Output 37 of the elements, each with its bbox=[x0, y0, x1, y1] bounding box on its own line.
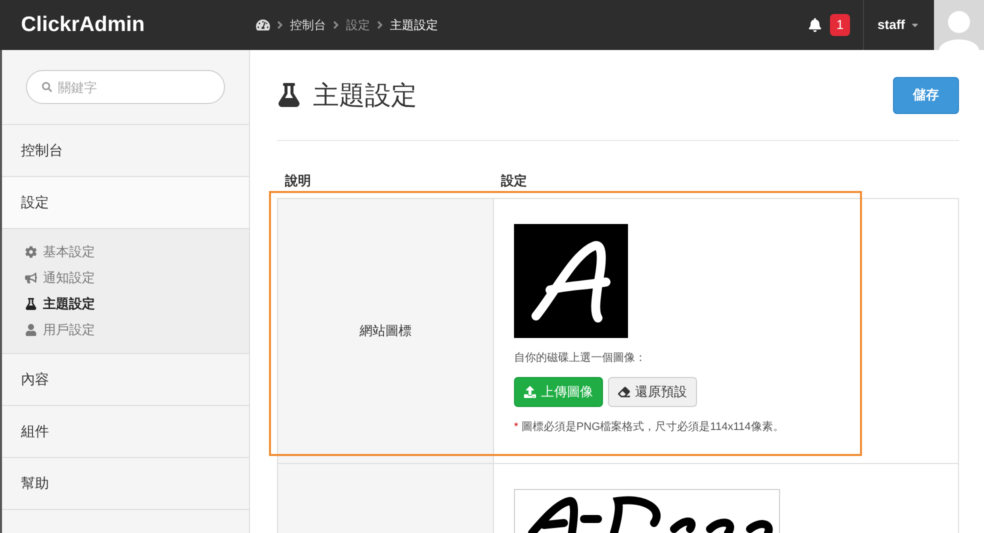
sidebar-item[interactable]: 幫助 bbox=[2, 458, 249, 509]
submenu-item[interactable]: 用戶設定 bbox=[2, 317, 249, 343]
submenu-item[interactable]: 通知設定 bbox=[2, 265, 249, 291]
notification-badge: 1 bbox=[830, 14, 850, 36]
search-icon bbox=[42, 82, 52, 92]
breadcrumb-item: 主題設定 bbox=[390, 17, 438, 34]
user-menu[interactable]: staff bbox=[864, 0, 934, 50]
dashboard-icon[interactable] bbox=[256, 18, 270, 32]
flask-icon bbox=[25, 298, 37, 310]
sidebar-item[interactable]: 組件 bbox=[2, 406, 249, 457]
user-silhouette-icon bbox=[939, 8, 979, 50]
submenu-item[interactable]: 基本設定 bbox=[2, 239, 249, 265]
page-title: 主題設定 bbox=[313, 78, 417, 112]
upload-icon bbox=[524, 386, 536, 398]
bullhorn-icon bbox=[25, 272, 37, 284]
breadcrumb-item[interactable]: 控制台 bbox=[290, 16, 326, 34]
row-label: 網站圖標 bbox=[360, 322, 412, 340]
flask-icon bbox=[277, 83, 301, 107]
bell-icon[interactable] bbox=[808, 18, 822, 32]
sidebar-item[interactable]: 設定 bbox=[2, 177, 249, 228]
user-icon bbox=[25, 324, 37, 336]
gear-icon bbox=[25, 246, 37, 258]
format-note: * 圖標必須是PNG檔案格式，尺寸必須是114x114像素。 bbox=[514, 420, 785, 434]
reset-button[interactable]: 還原預設 bbox=[608, 376, 697, 406]
breadcrumb-item[interactable]: 設定 bbox=[346, 16, 370, 34]
chevron-icon bbox=[332, 19, 340, 31]
search-field[interactable]: 關鍵字 bbox=[26, 70, 225, 104]
brand-logo[interactable]: ClickrAdmin bbox=[21, 9, 256, 41]
column-header: 設定 bbox=[501, 172, 527, 190]
eraser-icon bbox=[618, 386, 630, 398]
sidebar-item[interactable]: 控制台 bbox=[2, 125, 249, 176]
upload-prompt: 自你的磁碟上選一個圖像： bbox=[514, 351, 647, 366]
chevron-icon bbox=[276, 19, 284, 31]
column-header: 說明 bbox=[284, 172, 312, 190]
sidebar-item[interactable]: 內容 bbox=[2, 354, 249, 405]
chevron-icon bbox=[376, 19, 384, 31]
submenu-item[interactable]: 主題設定 bbox=[2, 291, 249, 317]
